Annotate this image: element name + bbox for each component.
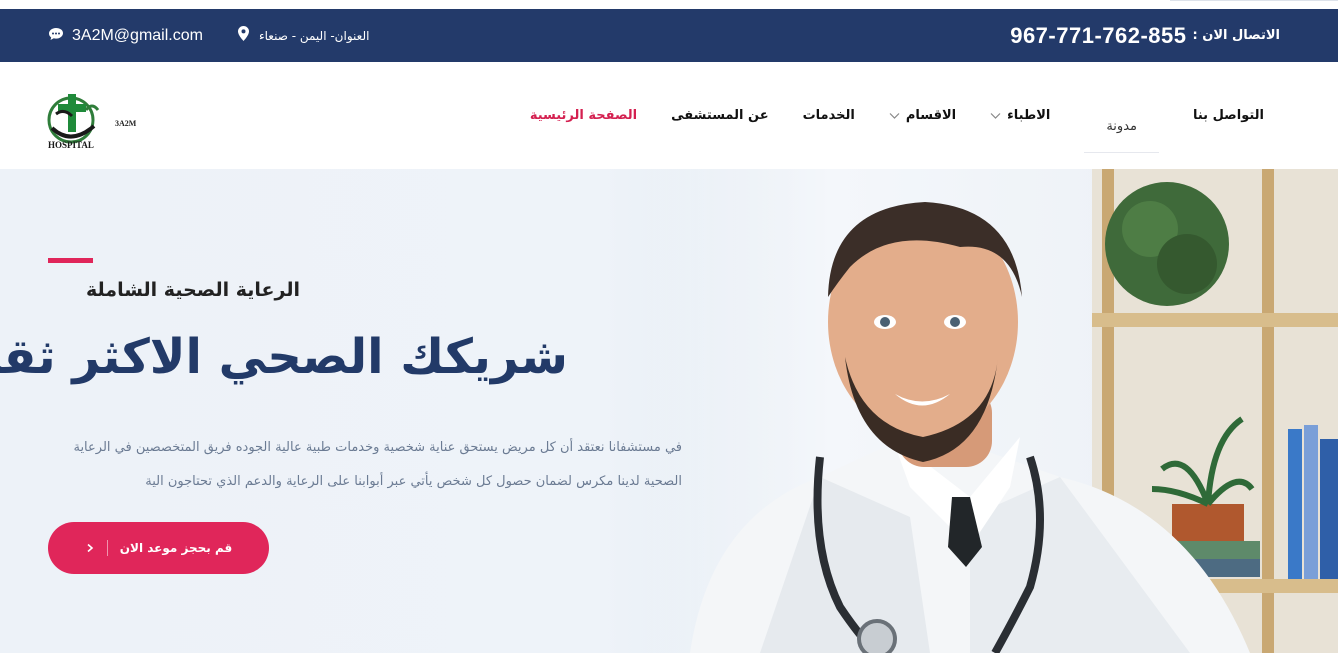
nav-item-departments[interactable]: الاقسام: [889, 108, 956, 123]
chat-bubble-icon: [48, 26, 64, 45]
email-link[interactable]: 3A2M@gmail.com: [72, 27, 203, 45]
nav-label: الاقسام: [905, 108, 957, 123]
email-info[interactable]: 3A2M@gmail.com: [48, 9, 203, 62]
hero-section: الرعاية الصحية الشاملة شريكك الصحي الاكث…: [0, 169, 1338, 653]
cta-label: قم بحجز موعد الان: [119, 541, 233, 555]
doctor-image: [690, 202, 1250, 653]
phone-number[interactable]: 967-771-762-855: [1010, 23, 1186, 49]
book-appointment-button[interactable]: قم بحجز موعد الان: [48, 522, 269, 574]
nav-item-about[interactable]: عن المستشفى: [671, 108, 768, 123]
info-bar: الاتصال الان : 967-771-762-855 3A2M@gmai…: [0, 9, 1338, 62]
hero-paragraph: في مستشفانا نعتقد أن كل مريض يستحق عناية…: [73, 440, 682, 489]
nav-label: عن المستشفى: [671, 108, 769, 123]
chevron-down-icon: [990, 113, 1001, 119]
cta-divider: [106, 540, 108, 556]
svg-text:HOSPITAL: HOSPITAL: [48, 140, 94, 150]
nav-label: التواصل بنا: [1192, 108, 1264, 123]
map-pin-icon: [238, 26, 249, 45]
nav-item-doctors[interactable]: الاطباء: [990, 108, 1050, 123]
address-info: العنوان- اليمن - صنعاء: [238, 9, 369, 62]
accent-bar: [48, 258, 93, 263]
nav-label: مدونة: [1106, 118, 1137, 134]
nav-label: الخدمات: [802, 108, 855, 123]
nav-item-home[interactable]: الصفحة الرئيسية: [530, 108, 637, 123]
logo-text: 3A2M: [115, 119, 137, 128]
chevron-right-icon: [87, 543, 93, 553]
address-text: العنوان- اليمن - صنعاء: [259, 28, 370, 43]
nav-label: الاطباء: [1007, 108, 1051, 123]
nav-menu: التواصل بنا مدونة الاطباء الاقسام الخدما…: [496, 62, 1264, 169]
chevron-down-icon: [889, 113, 900, 119]
main-nav: HOSPITAL التواصل بنا مدونة الاطباء الاقس…: [0, 62, 1338, 169]
nav-item-contact[interactable]: التواصل بنا: [1193, 108, 1264, 123]
hero-subtitle: الرعاية الصحية الشاملة: [86, 279, 300, 301]
hero-headline: شريكك الصحي الاكثر ثقة: [0, 329, 568, 385]
nav-item-blog[interactable]: مدونة: [1084, 95, 1159, 153]
top-strip: [0, 0, 1338, 9]
nav-label: الصفحة الرئيسية: [529, 108, 638, 123]
nav-item-services[interactable]: الخدمات: [803, 108, 855, 123]
contact-info: الاتصال الان : 967-771-762-855: [1010, 9, 1280, 62]
contact-label: الاتصال الان :: [1192, 28, 1280, 43]
